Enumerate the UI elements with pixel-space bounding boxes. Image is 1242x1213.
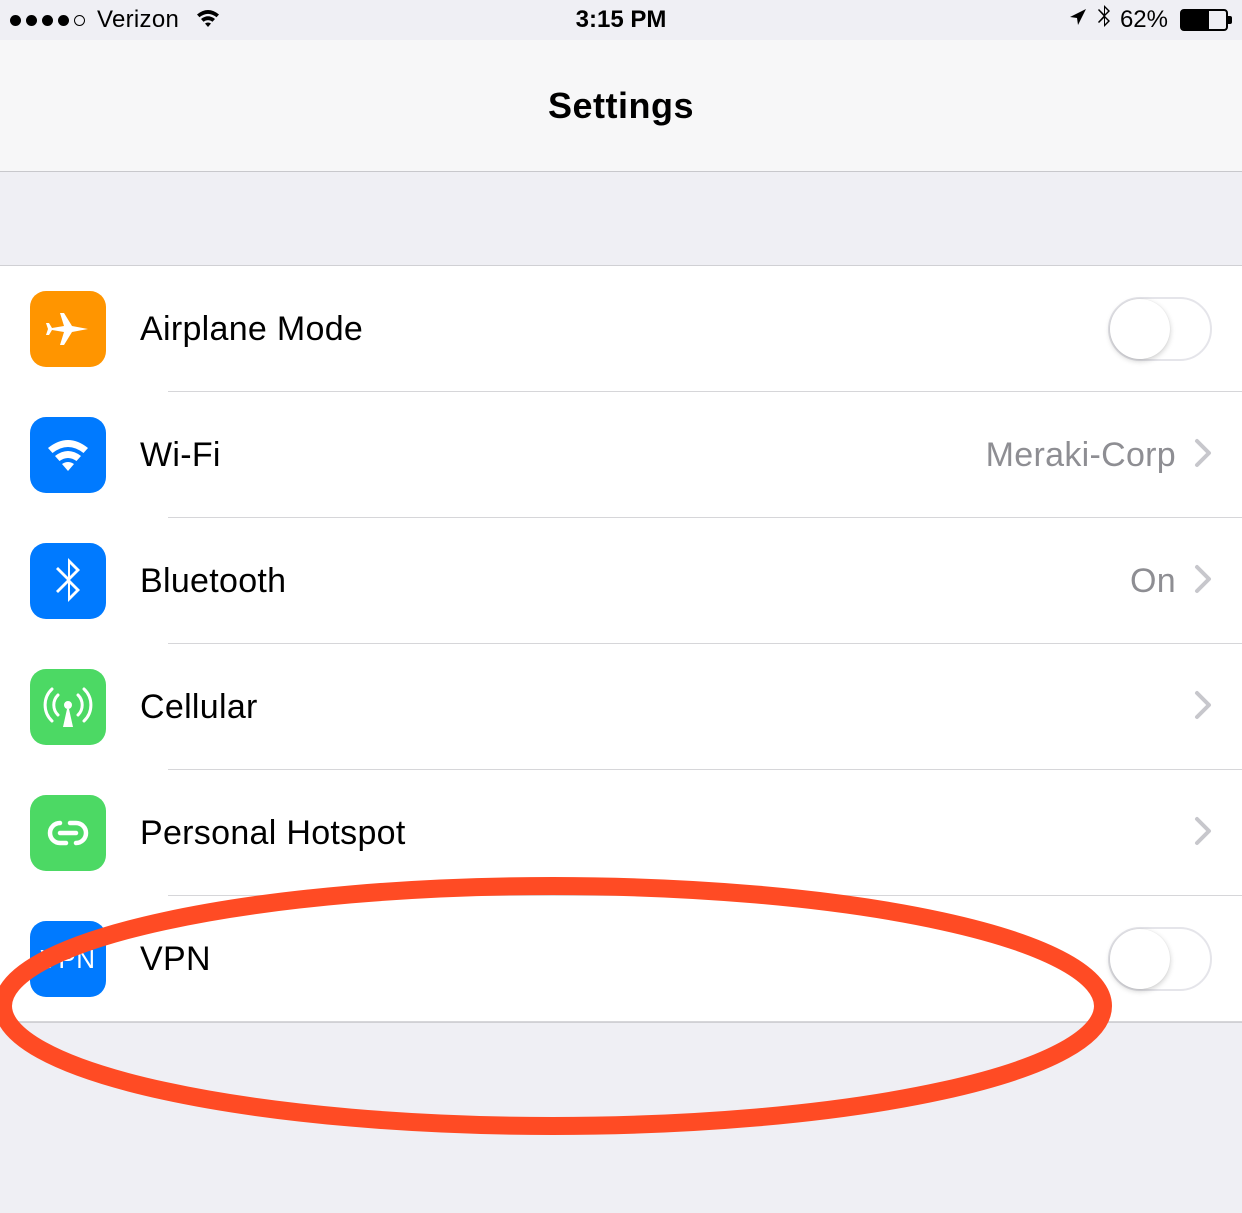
location-icon (1068, 6, 1088, 34)
section-spacer-bottom (0, 1022, 1242, 1122)
wifi-status-icon (193, 6, 223, 35)
vpn-toggle[interactable] (1108, 927, 1212, 991)
row-wifi[interactable]: Wi-Fi Meraki-Corp (0, 392, 1242, 518)
row-label: Bluetooth (140, 562, 1130, 601)
row-label: Personal Hotspot (140, 814, 1194, 853)
row-label: VPN (140, 940, 1108, 979)
signal-strength-icon (10, 15, 85, 26)
chevron-right-icon (1194, 690, 1212, 725)
hotspot-icon (30, 795, 106, 871)
carrier-label: Verizon (97, 6, 179, 34)
airplane-icon (30, 291, 106, 367)
row-label: Airplane Mode (140, 310, 1108, 349)
status-bar: Verizon 3:15 PM 62% (0, 0, 1242, 40)
status-right: 62% (1068, 4, 1228, 37)
cellular-icon (30, 669, 106, 745)
row-airplane-mode[interactable]: Airplane Mode (0, 266, 1242, 392)
row-personal-hotspot[interactable]: Personal Hotspot (0, 770, 1242, 896)
wifi-icon (30, 417, 106, 493)
vpn-icon: VPN (30, 921, 106, 997)
settings-list: Airplane Mode Wi-Fi Meraki-Corp Bluetoot… (0, 266, 1242, 1022)
battery-percentage: 62% (1120, 6, 1168, 34)
chevron-right-icon (1194, 564, 1212, 599)
chevron-right-icon (1194, 438, 1212, 473)
section-spacer (0, 172, 1242, 266)
row-detail: On (1130, 562, 1176, 601)
row-label: Cellular (140, 688, 1194, 727)
chevron-right-icon (1194, 816, 1212, 851)
bluetooth-status-icon (1096, 4, 1112, 37)
row-cellular[interactable]: Cellular (0, 644, 1242, 770)
vpn-icon-text: VPN (41, 944, 96, 975)
battery-icon (1180, 9, 1228, 31)
row-detail: Meraki-Corp (986, 436, 1176, 475)
row-label: Wi-Fi (140, 436, 986, 475)
page-title: Settings (548, 85, 694, 127)
row-bluetooth[interactable]: Bluetooth On (0, 518, 1242, 644)
nav-header: Settings (0, 40, 1242, 172)
status-left: Verizon (10, 6, 223, 35)
status-time: 3:15 PM (576, 6, 667, 34)
row-vpn[interactable]: VPN VPN (0, 896, 1242, 1022)
bluetooth-icon (30, 543, 106, 619)
airplane-toggle[interactable] (1108, 297, 1212, 361)
